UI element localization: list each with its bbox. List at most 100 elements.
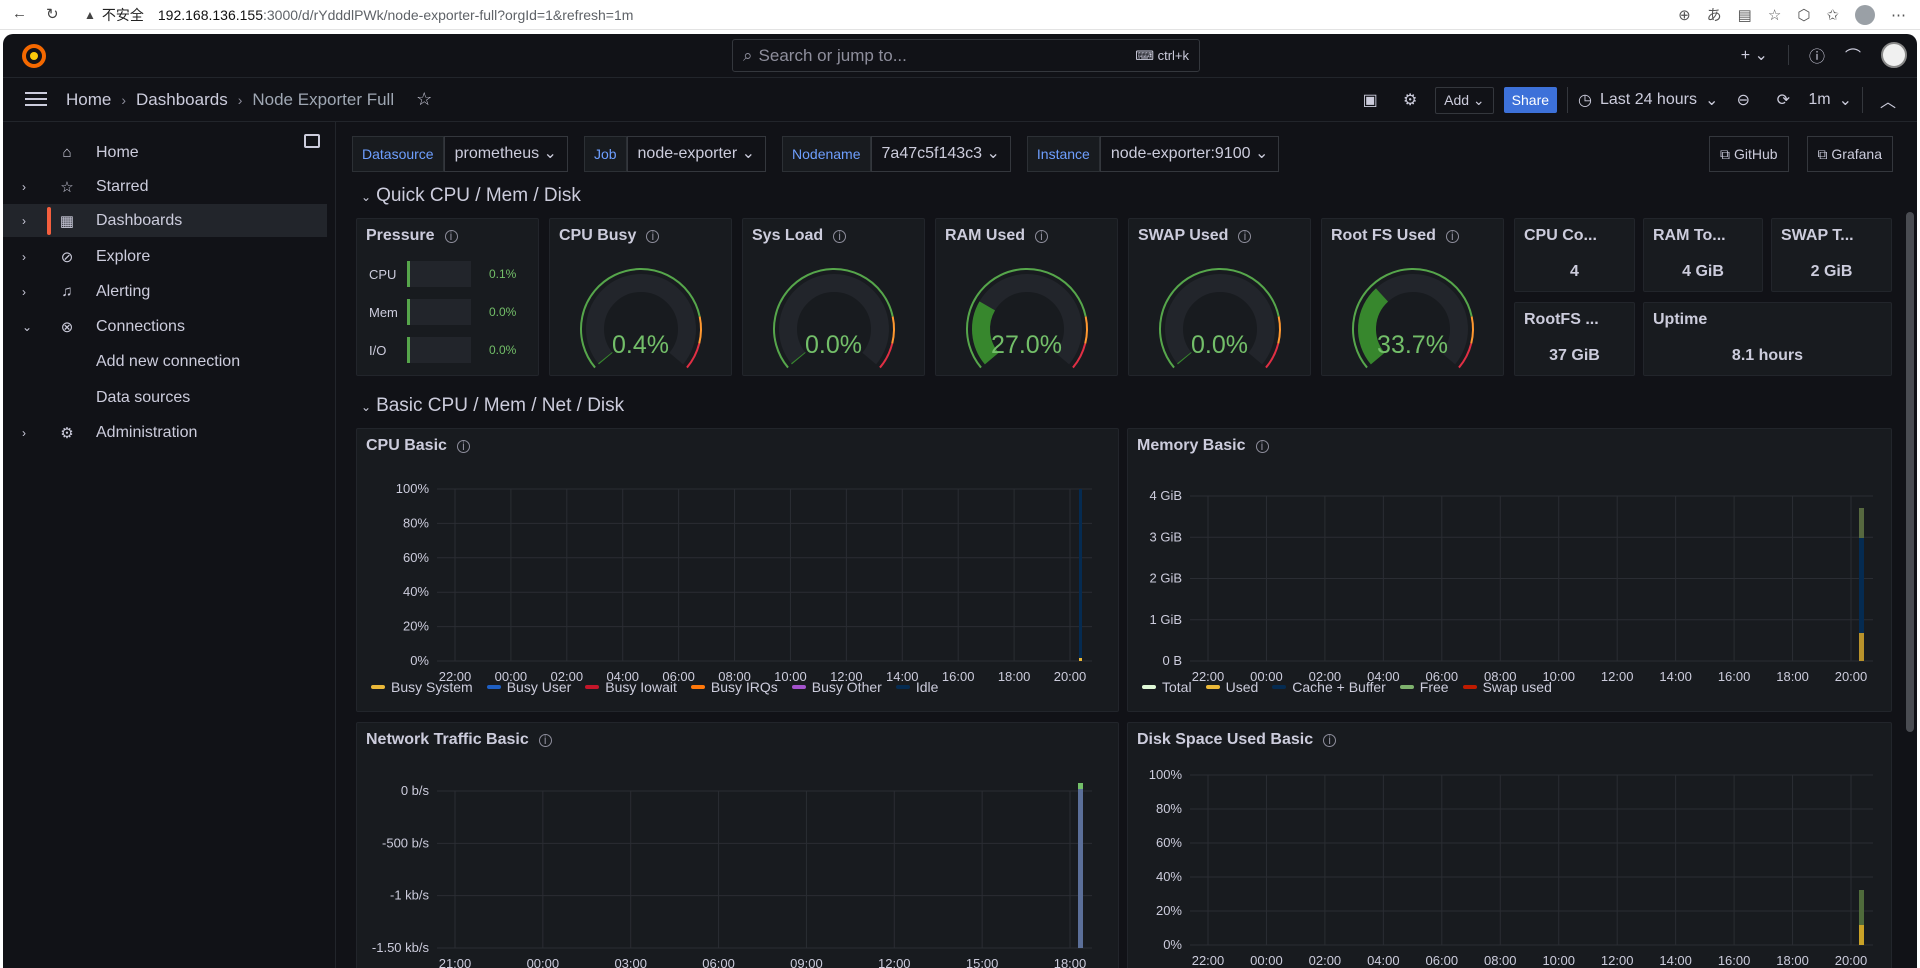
legend-item: Busy System: [371, 679, 473, 695]
x-tick-label: 20:00: [1835, 953, 1868, 968]
bookmark-star-icon[interactable]: ☆: [1768, 6, 1781, 24]
x-tick-label: 18:00: [1054, 956, 1087, 968]
x-tick-label: 00:00: [1250, 953, 1283, 968]
address-bar[interactable]: ▲ 不安全 192.168.136.155:3000/d/rYdddlPWk/n…: [74, 2, 1663, 27]
series-idle: [1079, 489, 1082, 661]
share-button[interactable]: Share: [1503, 87, 1558, 113]
y-tick-label: -1 kb/s: [390, 888, 430, 903]
add-button[interactable]: Add ⌄: [1435, 86, 1494, 114]
x-tick-label: 14:00: [1659, 953, 1692, 968]
panel-root-fs-used: Root FS Used i 33.7%: [1321, 218, 1504, 376]
new-plus-icon[interactable]: + ⌄: [1741, 45, 1768, 65]
external-link-icon: ⧉: [1817, 146, 1828, 162]
bell-icon: ♫: [61, 283, 73, 300]
help-icon[interactable]: ⓘ: [1809, 43, 1825, 67]
panel-sys-load: Sys Load i 0.0%: [742, 218, 925, 376]
sidebar-item-alerting[interactable]: › ♫ Alerting: [3, 275, 327, 308]
y-tick-label: 100%: [1149, 767, 1183, 782]
variable-select-job[interactable]: node-exporter ⌄: [626, 136, 767, 172]
y-tick-label: -1.50 kb/s: [372, 940, 430, 955]
variable-select-nodename[interactable]: 7a47c5f143c3 ⌄: [870, 136, 1011, 172]
apps-icon: ▦: [59, 212, 75, 230]
row-quick-header[interactable]: ⌄ Quick CPU / Mem / Disk: [361, 185, 581, 207]
reload-icon[interactable]: ↻: [46, 5, 59, 23]
sidebar-item-explore[interactable]: › ⊘ Explore: [3, 240, 327, 273]
search-bar[interactable]: ⌕ Search or jump to... ⌨ ctrl+k: [732, 39, 1200, 72]
url-path: :3000/d/rYdddlPWk/node-exporter-full?org…: [263, 6, 634, 23]
menu-icon[interactable]: [25, 92, 47, 106]
sidebar-item-dashboards[interactable]: › ▦ Dashboards: [3, 204, 327, 237]
favorites-icon[interactable]: ✩: [1826, 6, 1839, 24]
chevron-right-icon: ›: [22, 284, 26, 299]
pressure-bar: [407, 337, 471, 363]
github-link[interactable]: ⧉ GitHub: [1709, 136, 1789, 172]
panel-network-traffic-basic: Network Traffic Basic i 0 b/s -500 b/s -1 k…: [356, 722, 1119, 968]
legend-item: Used: [1205, 679, 1258, 695]
sidebar-item-data-sources[interactable]: Data sources: [3, 381, 327, 414]
external-link-icon: ⧉: [1720, 146, 1731, 162]
panel-swap-total: SWAP T... 2 GiB: [1771, 218, 1892, 292]
series-busy-system: [1079, 658, 1082, 661]
browser-menu-icon[interactable]: ⋯: [1891, 6, 1906, 24]
sidebar-item-starred[interactable]: › ☆ Starred: [3, 170, 327, 203]
y-tick-label: 40%: [403, 584, 429, 599]
chevron-right-icon: ›: [22, 249, 26, 264]
translate-icon[interactable]: あ: [1707, 4, 1722, 25]
time-picker[interactable]: ◷ Last 24 hours ⌄: [1578, 90, 1718, 110]
x-tick-label: 12:00: [878, 956, 911, 968]
sidebar-item-home[interactable]: ⌂ Home: [3, 136, 327, 169]
row-basic-header[interactable]: ⌄ Basic CPU / Mem / Net / Disk: [361, 395, 624, 417]
x-tick-label: 18:00: [1776, 953, 1809, 968]
favorite-star-icon[interactable]: ☆: [416, 89, 432, 110]
pressure-io: I/O 0.0%: [369, 337, 516, 363]
variable-select-datasource[interactable]: prometheus ⌄: [443, 136, 568, 172]
dashboard-main: Datasource prometheus ⌄ Job node-exporte…: [336, 122, 1917, 968]
reader-icon[interactable]: ▤: [1738, 6, 1752, 24]
x-tick-label: 06:00: [1426, 953, 1459, 968]
back-icon[interactable]: ←: [12, 5, 27, 22]
sidebar-item-add-new-connection[interactable]: Add new connection: [3, 345, 327, 378]
series-receive: [1078, 783, 1083, 789]
zoom-out-icon[interactable]: ⊖: [1728, 86, 1758, 114]
sidebar-item-connections[interactable]: ⌄ ⊗ Connections: [3, 310, 327, 343]
chevron-right-icon: ›: [22, 425, 26, 440]
page-scrollbar[interactable]: [1906, 212, 1914, 732]
home-icon: ⌂: [62, 144, 72, 161]
x-tick-label: 04:00: [1367, 953, 1400, 968]
collapse-chevron-up-icon[interactable]: ︿: [1873, 86, 1903, 114]
y-tick-label: 100%: [396, 481, 430, 496]
extensions-icon[interactable]: ⬡: [1797, 6, 1810, 24]
legend-item: Free: [1399, 679, 1449, 695]
zoom-icon[interactable]: ⊕: [1678, 6, 1691, 24]
panel-cpu-busy: CPU Busy i 0.4%: [549, 218, 732, 376]
series-traffic: [1078, 785, 1083, 948]
panel-ram-used: RAM Used i 27.0%: [935, 218, 1118, 376]
x-tick-label: 12:00: [1601, 669, 1634, 684]
grafana-link[interactable]: ⧉ Grafana: [1806, 136, 1893, 172]
chevron-right-icon: ›: [121, 91, 127, 108]
legend-item: Busy Other: [791, 679, 882, 695]
settings-gear-icon[interactable]: ⚙: [1395, 86, 1425, 114]
x-tick-label: 06:00: [702, 956, 735, 968]
series-disk-root: [1859, 890, 1864, 925]
legend-item: Busy Iowait: [585, 679, 677, 695]
y-tick-label: 0 b/s: [401, 783, 430, 798]
variable-select-instance[interactable]: node-exporter:9100 ⌄: [1099, 136, 1280, 172]
refresh-interval-picker[interactable]: 1m ⌄: [1808, 90, 1852, 110]
browser-toolbar: ← ↻ ▲ 不安全 192.168.136.155:3000/d/rYdddlP…: [0, 0, 1920, 30]
panel-memory-basic: Memory Basic i 4 GiB 3 GiB 2 GiB 1 GiB 0 B 22:…: [1127, 428, 1892, 712]
legend-item: Busy IRQs: [690, 679, 778, 695]
sidebar-item-administration[interactable]: › ⚙ Administration: [3, 416, 327, 449]
stat-value: 2 GiB: [1810, 263, 1853, 280]
refresh-icon[interactable]: ⟳: [1768, 86, 1798, 114]
news-rss-icon[interactable]: ⌒: [1845, 43, 1861, 67]
nav-sidebar: ⌂ Home › ☆ Starred › ▦ Dashboards › ⊘ Explore ›…: [3, 122, 336, 968]
browser-profile-avatar[interactable]: [1855, 4, 1875, 25]
legend-item: Swap used: [1462, 679, 1552, 695]
breadcrumb-home[interactable]: Home: [66, 90, 111, 110]
grafana-logo-icon[interactable]: [21, 43, 47, 69]
save-icon[interactable]: ▣: [1355, 86, 1385, 114]
user-avatar[interactable]: [1881, 42, 1907, 68]
panel-disk-space-used-basic: Disk Space Used Basic i 100% 80% 60% 40% 20% 0…: [1127, 722, 1892, 968]
breadcrumb-dashboards[interactable]: Dashboards: [136, 90, 228, 110]
